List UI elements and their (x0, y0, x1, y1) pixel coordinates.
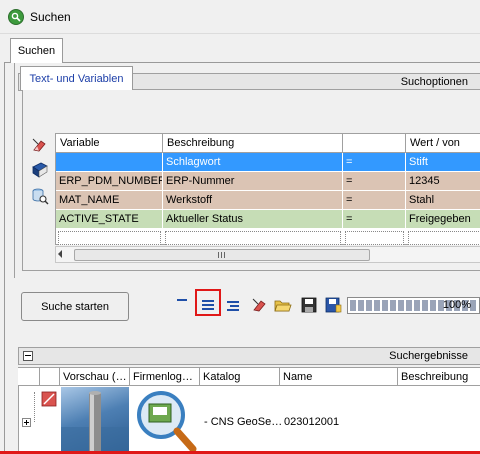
table-row[interactable]: Schlagwort = Stift (56, 153, 480, 172)
new-variable-input[interactable] (58, 231, 161, 245)
cell-operator[interactable]: = (343, 153, 406, 172)
result-name: 023012001 (284, 416, 340, 428)
preview-image[interactable] (61, 387, 129, 454)
database-search-icon[interactable] (31, 187, 49, 205)
grip-icon (218, 252, 226, 258)
book-icon[interactable] (31, 161, 49, 179)
cell-wert[interactable]: 12345 (406, 172, 480, 191)
results-title: Suchergebnisse (389, 350, 468, 362)
highlight-frame (195, 289, 221, 316)
result-katalog: - CNS GeoSe… (204, 416, 283, 428)
col-katalog[interactable]: Katalog (200, 368, 280, 386)
progress-label: 100% (442, 299, 471, 311)
cell-beschreibung[interactable]: Werkstoff (163, 191, 343, 210)
variable-grid: Variable Beschreibung Wert / von Schlagw… (55, 133, 480, 245)
app-search-icon (8, 8, 24, 25)
grid-header: Variable Beschreibung Wert / von (56, 134, 480, 153)
save-icon[interactable] (300, 296, 318, 314)
col-beschreibung[interactable]: Beschreibung (163, 134, 343, 153)
col-wert[interactable]: Wert / von (406, 134, 480, 153)
list-right-icon[interactable] (224, 296, 242, 314)
cell-wert[interactable]: Stift (406, 153, 480, 172)
minus-icon[interactable] (173, 296, 191, 314)
new-wert-input[interactable] (408, 231, 480, 245)
col-select[interactable] (18, 368, 40, 386)
cell-beschreibung[interactable]: ERP-Nummer (163, 172, 343, 191)
col-beschreibung[interactable]: Beschreibung (398, 368, 480, 386)
col-variable[interactable]: Variable (56, 134, 163, 153)
cell-beschreibung[interactable]: Aktueller Status (163, 210, 343, 229)
cell-variable[interactable]: ACTIVE_STATE (56, 210, 163, 229)
collapse-icon[interactable] (23, 351, 33, 361)
cell-beschreibung[interactable]: Schlagwort (163, 153, 343, 172)
open-folder-icon[interactable] (274, 296, 292, 314)
company-logo-image[interactable] (131, 387, 199, 454)
cell-variable[interactable] (56, 153, 163, 172)
save-as-icon[interactable] (324, 296, 342, 314)
results-columns: Vorschau (… Firmenlog… Katalog Name Besc… (18, 367, 480, 386)
table-row[interactable]: ACTIVE_STATE Aktueller Status = Freigege… (56, 210, 480, 229)
col-firmenlogo[interactable]: Firmenlog… (130, 368, 200, 386)
tab-suchen[interactable]: Suchen (10, 38, 63, 63)
cell-wert[interactable]: Freigegeben (406, 210, 480, 229)
eraser-icon[interactable] (251, 296, 269, 314)
col-operator[interactable] (343, 134, 406, 153)
title-bar: Suchen (0, 0, 480, 34)
new-beschreibung-input[interactable] (165, 231, 341, 245)
grid-hscrollbar[interactable] (55, 246, 480, 263)
col-name[interactable]: Name (280, 368, 398, 386)
cell-variable[interactable]: MAT_NAME (56, 191, 163, 210)
col-flag[interactable] (40, 368, 60, 386)
progress-bar: 100% (347, 297, 480, 314)
eraser-icon[interactable] (31, 136, 49, 154)
new-operator-input[interactable] (345, 231, 404, 245)
table-row[interactable]: MAT_NAME Werkstoff = Stahl (56, 191, 480, 210)
tab-text-variablen[interactable]: Text- und Variablen (20, 66, 133, 90)
table-row[interactable]: ERP_PDM_NUMBER ERP-Nummer = 12345 (56, 172, 480, 191)
cell-operator[interactable]: = (343, 172, 406, 191)
cell-wert[interactable]: Stahl (406, 191, 480, 210)
tree-line (34, 392, 35, 422)
cell-operator[interactable]: = (343, 210, 406, 229)
cell-operator[interactable]: = (343, 191, 406, 210)
scroll-thumb[interactable] (74, 249, 370, 261)
scroll-left-icon[interactable] (58, 250, 62, 258)
window-title: Suchen (30, 9, 71, 24)
grid-toolbar (27, 133, 53, 269)
expand-icon[interactable] (22, 418, 31, 427)
broken-link-icon (41, 391, 57, 407)
results-header[interactable]: Suchergebnisse (18, 347, 480, 365)
search-start-button[interactable]: Suche starten (21, 292, 129, 321)
cell-variable[interactable]: ERP_PDM_NUMBER (56, 172, 163, 191)
col-vorschau[interactable]: Vorschau (… (60, 368, 130, 386)
